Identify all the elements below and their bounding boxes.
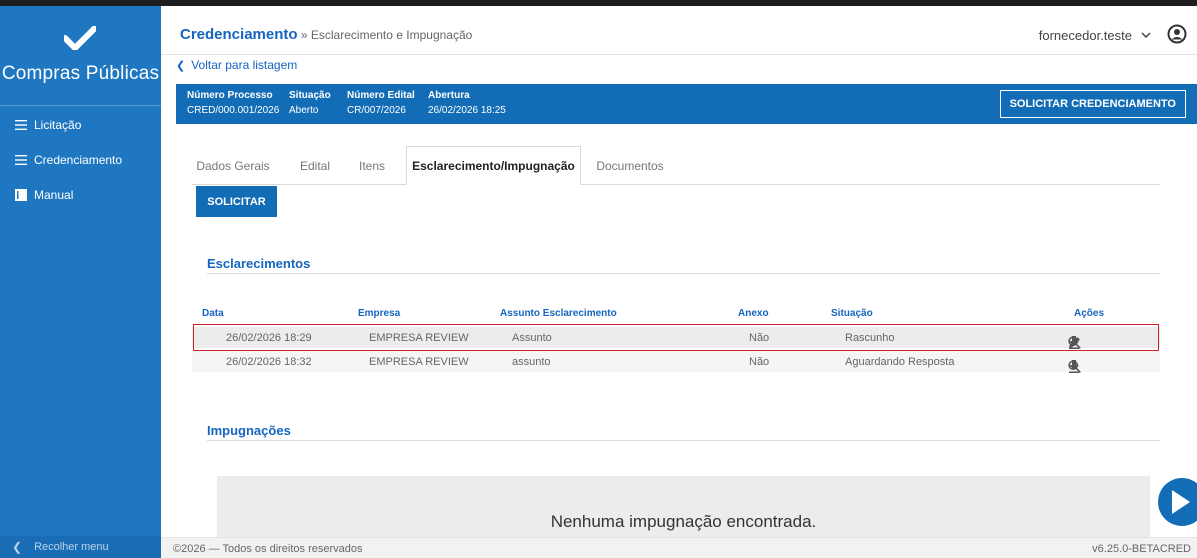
col-header-situacao: Situação (831, 308, 873, 319)
menu-lines-icon (14, 155, 28, 165)
section-divider (207, 440, 1160, 441)
cell-assunto: Assunto (512, 332, 552, 344)
esclarecimentos-title: Esclarecimentos (207, 256, 311, 271)
sidebar-item-label: Credenciamento (34, 153, 123, 167)
page-title-text: Credenciamento (180, 26, 298, 43)
info-value: Aberto (289, 105, 319, 116)
edit-pencil-icon[interactable] (1066, 334, 1082, 350)
info-value: 26/02/2026 18:25 (428, 105, 506, 116)
tab-esclarecimento-impugnacao[interactable]: Esclarecimento/Impugnação (406, 146, 581, 185)
collapse-menu-label: Recolher menu (34, 541, 109, 553)
info-value: CR/007/2026 (347, 105, 406, 116)
floating-play-button[interactable] (1158, 478, 1197, 526)
col-header-anexo: Anexo (738, 308, 769, 319)
copyright: ©2026 — Todos os direitos reservados (173, 543, 363, 555)
cell-situacao: Rascunho (845, 332, 895, 344)
collapse-menu-button[interactable]: ❮ Recolher menu (0, 536, 161, 558)
tab-itens[interactable]: Itens (352, 146, 392, 185)
user-account-icon[interactable] (1167, 24, 1187, 44)
tab-dados-gerais[interactable]: Dados Gerais (192, 146, 274, 185)
cell-empresa: EMPRESA REVIEW (369, 332, 469, 344)
breadcrumb: » Esclarecimento e Impugnação (297, 28, 473, 42)
col-header-empresa: Empresa (358, 308, 401, 319)
esclarecimentos-table-header: Data Empresa Assunto Esclarecimento Anex… (192, 308, 1160, 324)
info-situacao: Situação Aberto (289, 90, 331, 116)
play-icon (1172, 490, 1190, 514)
cell-anexo: Não (749, 356, 770, 368)
sidebar: Compras Públicas Licitação Credenciament… (0, 6, 161, 558)
sidebar-item-manual[interactable]: Manual (14, 186, 73, 204)
table-row[interactable]: 26/02/2026 18:32 EMPRESA REVIEW assunto … (192, 351, 1160, 374)
sidebar-item-licitacao[interactable]: Licitação (14, 116, 81, 134)
cell-anexo: Não (749, 332, 770, 344)
top-header: Credenciamento » Esclarecimento e Impugn… (161, 6, 1197, 55)
page-title: Credenciamento » Esclarecimento e Impugn… (180, 26, 472, 43)
tab-edital[interactable]: Edital (290, 146, 340, 185)
process-info-bar: Número Processo CRED/000.001/2026 Situaç… (176, 84, 1197, 124)
empty-message: Nenhuma impugnação encontrada. (550, 512, 817, 531)
cell-empresa: EMPRESA REVIEW (369, 356, 469, 368)
info-abertura: Abertura 26/02/2026 18:25 (428, 90, 506, 116)
info-label: Abertura (428, 90, 470, 101)
cell-data: 26/02/2026 18:29 (226, 332, 312, 344)
solicitar-button[interactable]: SOLICITAR (196, 186, 277, 217)
menu-lines-icon (14, 120, 28, 130)
back-link-label: Voltar para listagem (191, 58, 298, 72)
sidebar-item-label: Manual (34, 188, 74, 202)
col-header-acoes: Ações (1074, 308, 1105, 319)
book-icon (14, 189, 28, 201)
chevron-left-icon: ❮ (176, 59, 186, 72)
table-row[interactable]: 26/02/2026 18:29 EMPRESA REVIEW Assunto … (192, 327, 1160, 350)
cell-data: 26/02/2026 18:32 (226, 356, 312, 368)
app-version: v6.25.0-BETACRED (1092, 543, 1191, 555)
info-numero-edital: Número Edital CR/007/2026 (347, 90, 415, 116)
sidebar-item-label: Licitação (34, 118, 82, 132)
info-value: CRED/000.001/2026 (187, 105, 280, 116)
tab-documentos[interactable]: Documentos (590, 146, 670, 185)
cell-assunto: assunto (512, 356, 551, 368)
page-footer: ©2026 — Todos os direitos reservados v6.… (161, 537, 1197, 558)
col-header-assunto: Assunto Esclarecimento (500, 308, 617, 319)
brand-name: Compras Públicas (1, 63, 160, 84)
sidebar-item-credenciamento[interactable]: Credenciamento (14, 151, 122, 169)
info-label: Situação (289, 90, 331, 101)
sidebar-divider (0, 105, 161, 106)
section-divider (207, 273, 1160, 274)
impugnacoes-empty-panel: Nenhuma impugnação encontrada. (217, 476, 1150, 538)
info-label: Número Edital (347, 90, 415, 101)
info-label: Número Processo (187, 90, 273, 101)
chevron-down-icon (1141, 30, 1151, 41)
chevron-left-icon: ❮ (12, 540, 23, 554)
info-numero-processo: Número Processo CRED/000.001/2026 (187, 90, 279, 116)
back-to-list-link[interactable]: ❮ Voltar para listagem (176, 58, 297, 72)
solicitar-credenciamento-button[interactable]: SOLICITAR CREDENCIAMENTO (999, 90, 1186, 118)
impugnacoes-title: Impugnações (207, 423, 291, 438)
checkmark-logo-icon (64, 26, 96, 50)
col-header-data: Data (202, 308, 224, 319)
cell-situacao: Aguardando Resposta (845, 356, 955, 368)
tab-bar: Dados Gerais Edital Itens Esclarecimento… (192, 146, 1160, 185)
user-name: fornecedor.teste (1038, 28, 1132, 43)
user-menu[interactable]: fornecedor.teste (1039, 28, 1151, 43)
search-icon[interactable] (1066, 358, 1082, 374)
